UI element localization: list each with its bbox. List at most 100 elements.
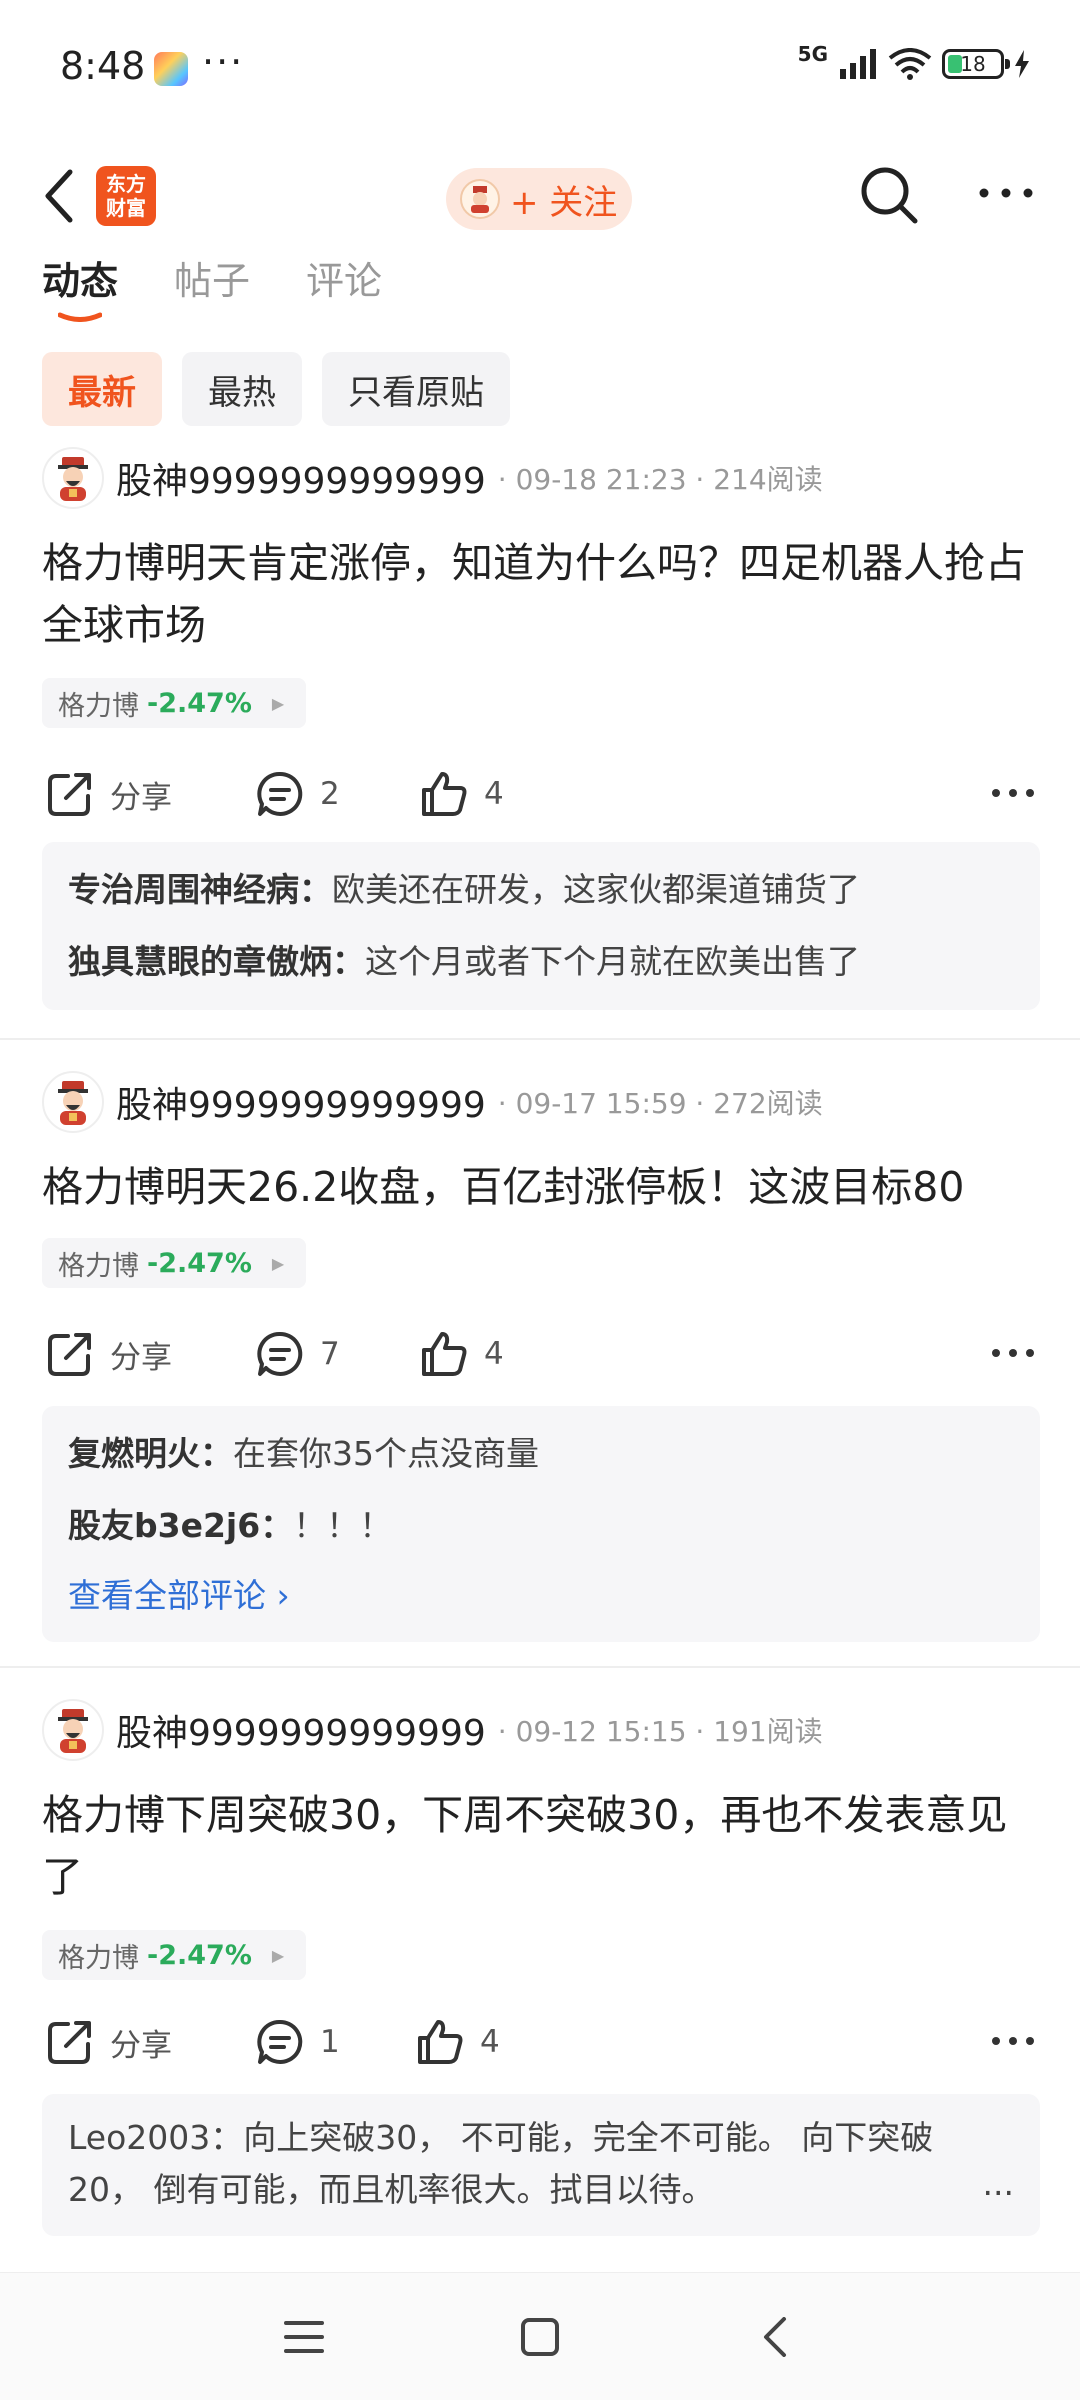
post-author-row: 股神9999999999999 · 09-12 15:15 · 191阅读 bbox=[42, 1698, 823, 1762]
tab-dynamic[interactable]: 动态 bbox=[42, 250, 118, 305]
avatar[interactable] bbox=[42, 1071, 104, 1133]
more-notifications-icon: ··· bbox=[202, 40, 245, 84]
share-button[interactable]: 分享 bbox=[46, 1324, 172, 1384]
share-label: 分享 bbox=[110, 779, 172, 816]
comments-preview[interactable]: 专治周围神经病：欧美还在研发，这家伙都渠道铺货了 独具慧眼的章傲炳：这个月或者下… bbox=[42, 842, 1040, 1010]
share-icon bbox=[46, 1330, 94, 1378]
share-button[interactable]: 分享 bbox=[46, 764, 172, 824]
post-meta: · 09-18 21:23 · 214阅读 bbox=[497, 463, 823, 496]
comment-item: 股友b3e2j6：！！！ bbox=[68, 1490, 1014, 1562]
stock-name: 格力博 bbox=[58, 1250, 139, 1282]
tab-posts[interactable]: 帖子 bbox=[174, 250, 250, 305]
post-card[interactable]: 股神9999999999999 · 09-17 15:59 · 272阅读 格力… bbox=[0, 1070, 1080, 1670]
user-avatar-icon bbox=[460, 179, 500, 219]
sort-filters: 最新 最热 只看原贴 bbox=[42, 352, 510, 426]
follow-button[interactable]: + 关注 bbox=[446, 168, 632, 230]
follow-label: + 关注 bbox=[510, 182, 618, 223]
comment-author[interactable]: 股友b3e2j6： bbox=[68, 1506, 293, 1545]
network-type: 5G bbox=[797, 42, 828, 66]
author-name[interactable]: 股神9999999999999 bbox=[116, 1076, 486, 1128]
like-button[interactable]: 4 bbox=[420, 1324, 504, 1384]
like-count: 4 bbox=[484, 1336, 504, 1372]
stock-name: 格力博 bbox=[58, 690, 139, 722]
like-icon bbox=[420, 1330, 468, 1378]
tab-bar: 动态 帖子 评论 bbox=[0, 250, 1080, 330]
filter-latest[interactable]: 最新 bbox=[42, 352, 162, 426]
app-logo: 东方 财富 bbox=[96, 166, 156, 226]
like-icon bbox=[416, 2018, 464, 2066]
active-tab-indicator bbox=[58, 312, 102, 322]
play-arrow-icon: ▶ bbox=[271, 1253, 285, 1273]
share-label: 分享 bbox=[110, 2027, 172, 2064]
battery-level: 18 bbox=[960, 52, 986, 76]
post-meta: · 09-17 15:59 · 272阅读 bbox=[497, 1087, 823, 1120]
comment-button[interactable]: 2 bbox=[256, 764, 340, 824]
stock-change: -2.47% bbox=[147, 1939, 252, 1971]
comment-author[interactable]: 独具慧眼的章傲炳： bbox=[68, 942, 365, 981]
battery-icon: 18 bbox=[942, 49, 1010, 79]
comments-preview[interactable]: 复燃明火：在套你35个点没商量 股友b3e2j6：！！！ 查看全部评论 › bbox=[42, 1406, 1040, 1642]
share-icon bbox=[46, 770, 94, 818]
comment-author[interactable]: Leo2003： bbox=[68, 2118, 243, 2157]
post-card[interactable]: 股神9999999999999 · 09-12 15:15 · 191阅读 格力… bbox=[0, 1698, 1080, 2268]
comment-text: 欧美还在研发，这家伙都渠道铺货了 bbox=[332, 870, 860, 909]
view-all-comments-link[interactable]: 查看全部评论 › bbox=[68, 1562, 1014, 1630]
menu-icon[interactable] bbox=[284, 2317, 324, 2357]
back-icon[interactable] bbox=[36, 164, 86, 228]
comment-button[interactable]: 1 bbox=[256, 2012, 340, 2072]
comment-icon bbox=[256, 2018, 304, 2066]
post-more-icon[interactable] bbox=[990, 1346, 1036, 1360]
signal-icon bbox=[840, 49, 876, 79]
avatar-icon bbox=[48, 1077, 98, 1127]
filter-original-only[interactable]: 只看原贴 bbox=[322, 352, 510, 426]
comment-count: 2 bbox=[320, 776, 340, 812]
comment-text: 在套你35个点没商量 bbox=[233, 1434, 539, 1473]
author-name[interactable]: 股神9999999999999 bbox=[116, 1704, 486, 1756]
logo-text-bottom: 财富 bbox=[106, 196, 146, 220]
filter-hottest[interactable]: 最热 bbox=[182, 352, 302, 426]
comment-text: 这个月或者下个月就在欧美出售了 bbox=[365, 942, 860, 981]
post-divider bbox=[0, 1038, 1080, 1040]
post-author-row: 股神9999999999999 · 09-17 15:59 · 272阅读 bbox=[42, 1070, 823, 1134]
post-text[interactable]: 格力博下周突破30，下周不突破30，再也不发表意见了 bbox=[42, 1784, 1032, 1908]
comment-item: 独具慧眼的章傲炳：这个月或者下个月就在欧美出售了 bbox=[68, 926, 1014, 998]
comment-item: Leo2003：向上突破30， 不可能，完全不可能。 向下突破20， 倒有可能，… bbox=[68, 2106, 1014, 2224]
comment-button[interactable]: 7 bbox=[256, 1324, 340, 1384]
comment-author[interactable]: 专治周围神经病： bbox=[68, 870, 332, 909]
author-name[interactable]: 股神9999999999999 bbox=[116, 452, 486, 504]
search-icon[interactable] bbox=[858, 164, 920, 226]
like-icon bbox=[420, 770, 468, 818]
charging-icon bbox=[1015, 50, 1029, 78]
home-icon[interactable] bbox=[520, 2317, 560, 2357]
stock-tag[interactable]: 格力博 -2.47% ▶ bbox=[42, 678, 307, 728]
stock-tag[interactable]: 格力博 -2.47% ▶ bbox=[42, 1930, 307, 1980]
comments-preview[interactable]: Leo2003：向上突破30， 不可能，完全不可能。 向下突破20， 倒有可能，… bbox=[42, 2094, 1040, 2236]
avatar-icon bbox=[48, 1705, 98, 1755]
action-row: 分享 2 4 bbox=[0, 764, 1080, 824]
stock-tag[interactable]: 格力博 -2.47% ▶ bbox=[42, 1238, 307, 1288]
logo-text-top: 东方 bbox=[106, 172, 146, 196]
comment-count: 1 bbox=[320, 2024, 340, 2060]
post-text[interactable]: 格力博明天肯定涨停，知道为什么吗？四足机器人抢占全球市场 bbox=[42, 532, 1032, 656]
share-label: 分享 bbox=[110, 1339, 172, 1376]
post-more-icon[interactable] bbox=[990, 786, 1036, 800]
like-button[interactable]: 4 bbox=[420, 764, 504, 824]
share-button[interactable]: 分享 bbox=[46, 2012, 172, 2072]
back-nav-icon[interactable] bbox=[756, 2317, 796, 2357]
avatar[interactable] bbox=[42, 447, 104, 509]
comment-item: 专治周围神经病：欧美还在研发，这家伙都渠道铺货了 bbox=[68, 854, 1014, 926]
comment-author[interactable]: 复燃明火： bbox=[68, 1434, 233, 1473]
post-more-icon[interactable] bbox=[990, 2034, 1036, 2048]
comment-icon bbox=[256, 1330, 304, 1378]
post-text[interactable]: 格力博明天26.2收盘，百亿封涨停板！这波目标80 bbox=[42, 1156, 1032, 1218]
avatar[interactable] bbox=[42, 1699, 104, 1761]
post-meta: · 09-12 15:15 · 191阅读 bbox=[497, 1715, 823, 1748]
tab-comments[interactable]: 评论 bbox=[306, 250, 382, 305]
gallery-notification-icon bbox=[154, 52, 188, 86]
more-options-icon[interactable] bbox=[976, 178, 1036, 208]
wifi-icon bbox=[888, 48, 932, 80]
post-card[interactable]: 股神9999999999999 · 09-18 21:23 · 214阅读 格力… bbox=[0, 446, 1080, 1036]
like-button[interactable]: 4 bbox=[416, 2012, 500, 2072]
play-arrow-icon: ▶ bbox=[271, 693, 285, 713]
play-arrow-icon: ▶ bbox=[271, 1945, 285, 1965]
